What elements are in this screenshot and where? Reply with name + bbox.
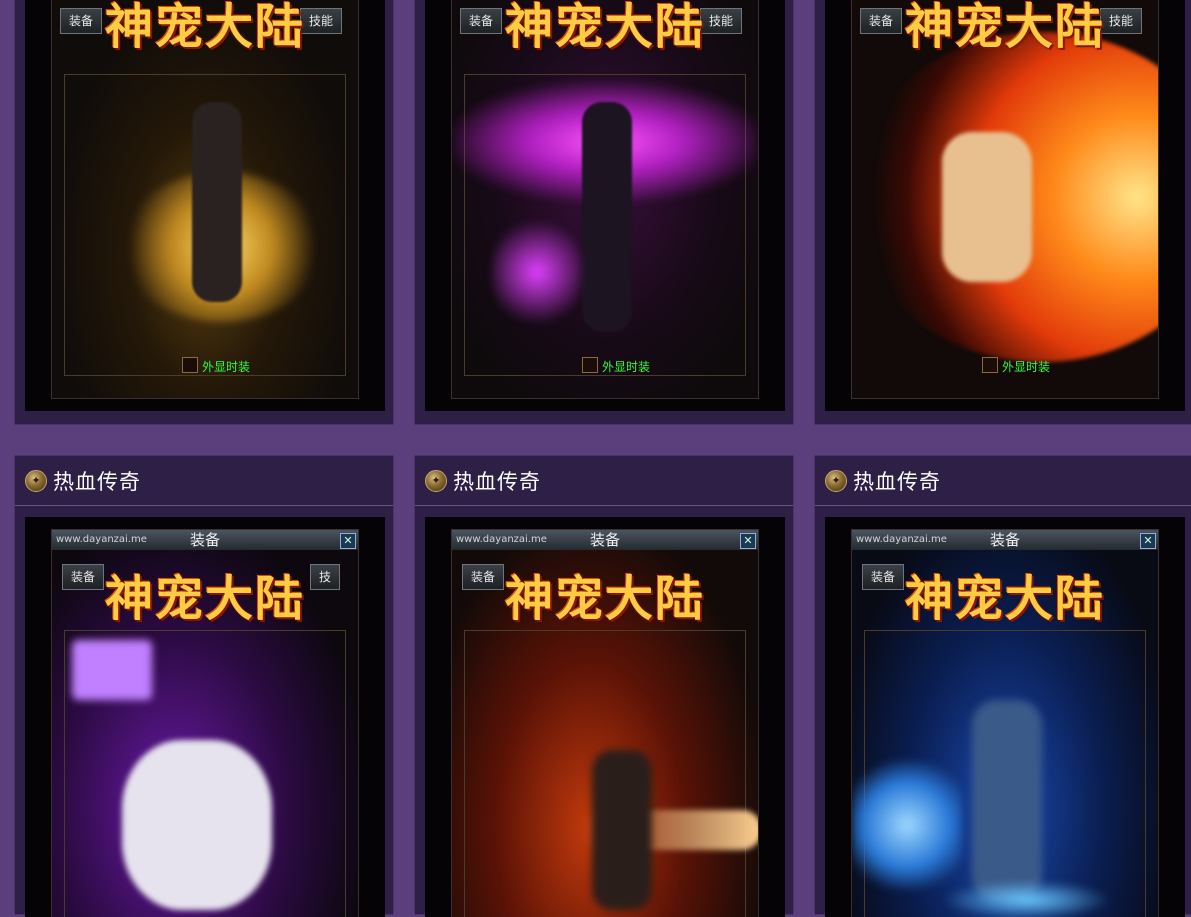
game-screenshot[interactable]: 装备 技能 神宠大陆 外显时装: [425, 0, 785, 411]
game-screenshot[interactable]: 装备 技能 神宠大陆 外显时装: [825, 0, 1185, 411]
card-bottom-1: 热血传奇 www.dayanzai.me 装备 ✕ 装备 技 神宠大陆: [14, 455, 394, 917]
medallion-icon: [825, 469, 847, 492]
game-logo: 神宠大陆: [504, 571, 705, 627]
ground-glow: [942, 880, 1112, 917]
character-silhouette: [582, 102, 632, 332]
window-title: 装备: [989, 531, 1020, 549]
game-screenshot[interactable]: www.dayanzai.me 装备 ✕ 装备 神宠大陆: [825, 517, 1185, 917]
game-screenshot[interactable]: 装备 技能 神宠大陆 外显时装: [25, 0, 385, 411]
game-window: 装备 技能 神宠大陆 外显时装: [451, 0, 759, 399]
appearance-checkbox[interactable]: [182, 357, 198, 373]
appearance-checkbox-label: 外显时装: [202, 360, 251, 374]
window-titlebar: www.dayanzai.me 装备 ✕: [52, 530, 358, 550]
card-title[interactable]: 热血传奇: [453, 466, 541, 496]
card-title[interactable]: 热血传奇: [53, 466, 141, 496]
game-window: www.dayanzai.me 装备 ✕ 装备 神宠大陆: [851, 529, 1159, 917]
appearance-checkbox[interactable]: [582, 357, 598, 373]
card-header: 热血传奇: [815, 456, 1191, 506]
card-header: 热血传奇: [415, 456, 793, 506]
close-icon[interactable]: ✕: [340, 533, 356, 549]
character-weapon: [492, 212, 582, 332]
card-top-2: 装备 技能 神宠大陆 外显时装: [414, 0, 794, 425]
character-flag: [72, 640, 152, 700]
appearance-checkbox-label: 外显时装: [602, 360, 651, 374]
game-window: www.dayanzai.me 装备 ✕ 装备 技 神宠大陆: [51, 529, 359, 917]
close-icon[interactable]: ✕: [740, 533, 756, 549]
card-bottom-3: 热血传奇 www.dayanzai.me 装备 ✕ 装备 神宠大陆: [814, 455, 1191, 917]
medallion-icon: [425, 469, 447, 492]
card-bottom-2: 热血传奇 www.dayanzai.me 装备 ✕ 装备 神宠大陆: [414, 455, 794, 917]
game-logo: 神宠大陆: [904, 0, 1105, 55]
appearance-checkbox[interactable]: [982, 357, 998, 373]
card-header: 热血传奇: [15, 456, 393, 506]
character-silhouette: [122, 740, 272, 910]
character-silhouette: [942, 132, 1032, 282]
game-screenshot[interactable]: www.dayanzai.me 装备 ✕ 装备 神宠大陆: [425, 517, 785, 917]
character-silhouette: [592, 750, 652, 910]
window-titlebar: www.dayanzai.me 装备 ✕: [852, 530, 1158, 550]
game-logo: 神宠大陆: [504, 0, 705, 55]
character-silhouette: [972, 700, 1042, 900]
close-icon[interactable]: ✕: [1140, 533, 1156, 549]
window-titlebar: www.dayanzai.me 装备 ✕: [452, 530, 758, 550]
appearance-checkbox-label: 外显时装: [1002, 360, 1051, 374]
game-window: www.dayanzai.me 装备 ✕ 装备 神宠大陆: [451, 529, 759, 917]
window-title: 装备: [189, 531, 220, 549]
character-silhouette: [192, 102, 242, 302]
game-window: 装备 技能 神宠大陆 外显时装: [51, 0, 359, 399]
medallion-icon: [25, 469, 47, 492]
card-title[interactable]: 热血传奇: [853, 466, 941, 496]
ice-effect: [852, 760, 962, 890]
game-logo: 神宠大陆: [904, 571, 1105, 627]
game-logo: 神宠大陆: [104, 0, 305, 55]
card-top-1: 装备 技能 神宠大陆 外显时装: [14, 0, 394, 425]
game-screenshot[interactable]: www.dayanzai.me 装备 ✕ 装备 技 神宠大陆: [25, 517, 385, 917]
game-logo: 神宠大陆: [104, 571, 305, 627]
game-window: 装备 技能 神宠大陆 外显时装: [851, 0, 1159, 399]
window-title: 装备: [589, 531, 620, 549]
card-top-3: 装备 技能 神宠大陆 外显时装: [814, 0, 1191, 425]
card-grid: 装备 技能 神宠大陆 外显时装 装备 技能 神宠大陆 外显时装 装备 技能 神宠…: [4, 0, 1191, 917]
